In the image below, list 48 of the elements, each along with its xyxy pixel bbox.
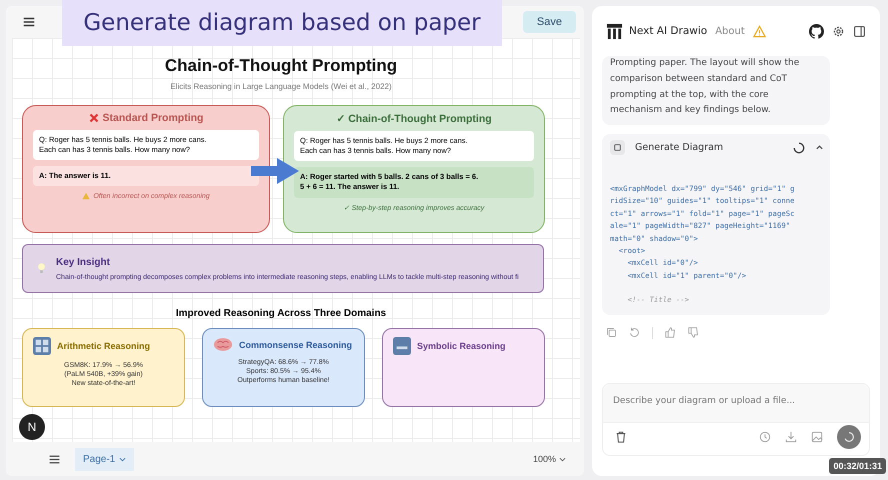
diagram-title: Chain-of-Thought Prompting <box>164 56 398 76</box>
download-icon[interactable] <box>785 431 797 443</box>
caret-icon <box>559 456 566 462</box>
zoom-dropdown[interactable]: 100% <box>526 453 572 465</box>
send-button[interactable] <box>837 425 861 449</box>
spinner-icon <box>843 431 855 443</box>
arrow-icon <box>251 158 299 184</box>
avatar-button[interactable]: N <box>19 414 45 440</box>
tool-title: Generate Diagram <box>635 142 724 153</box>
copy-icon[interactable] <box>606 327 617 338</box>
video-timestamp: 00:32/01:31 <box>829 458 886 474</box>
settings-icon[interactable] <box>832 24 845 38</box>
box-heading: Standard Prompting <box>102 112 204 124</box>
section-heading: Improved Reasoning Across Three Domains <box>174 308 388 319</box>
thumbs-down-icon[interactable] <box>688 327 699 338</box>
menu-icon[interactable] <box>22 15 36 29</box>
number-keys-icon <box>33 337 51 355</box>
image-icon[interactable] <box>811 431 823 443</box>
tool-icon <box>610 140 625 155</box>
brain-icon <box>213 337 233 352</box>
warning-icon <box>82 192 90 200</box>
lightbulb-icon <box>37 262 46 275</box>
save-button[interactable]: Save <box>522 11 576 33</box>
refresh-icon[interactable] <box>629 327 640 338</box>
assistant-message: Prompting paper. The layout will show the comparison between standard and CoT prompting at the top, with the core mechanism and key findings below. <box>602 56 830 125</box>
chat-input[interactable]: Describe your diagram or upload a file... <box>603 384 869 423</box>
github-icon[interactable] <box>809 24 824 38</box>
domain-title: Symbolic Reasoning <box>417 341 506 351</box>
cross-icon <box>88 113 99 123</box>
history-icon[interactable] <box>759 431 771 443</box>
diagram-subtitle: Elicits Reasoning in Large Language Models (Wei et al., 2022) <box>169 82 393 91</box>
box-heading: ✓ Chain-of-Thought Prompting <box>336 112 492 125</box>
sidebar-toggle-icon[interactable] <box>853 24 866 38</box>
caret-icon <box>119 456 126 462</box>
domain-title: Arithmetic Reasoning <box>57 341 150 351</box>
page-tab[interactable]: Page-1 <box>75 448 134 470</box>
thumbs-up-icon[interactable] <box>665 327 676 338</box>
about-link[interactable]: About <box>715 26 745 36</box>
trash-icon[interactable] <box>615 431 627 443</box>
caret-icon[interactable] <box>815 143 824 152</box>
letters-icon <box>393 337 411 355</box>
insight-title: Key Insight <box>56 256 111 268</box>
app-name: Next AI Drawio <box>629 25 708 37</box>
menu-icon[interactable] <box>48 452 61 466</box>
spinner-icon <box>793 142 805 154</box>
logo-icon <box>606 22 623 40</box>
caption-banner: Generate diagram based on paper <box>62 0 502 46</box>
domain-title: Commonsense Reasoning <box>239 340 352 350</box>
